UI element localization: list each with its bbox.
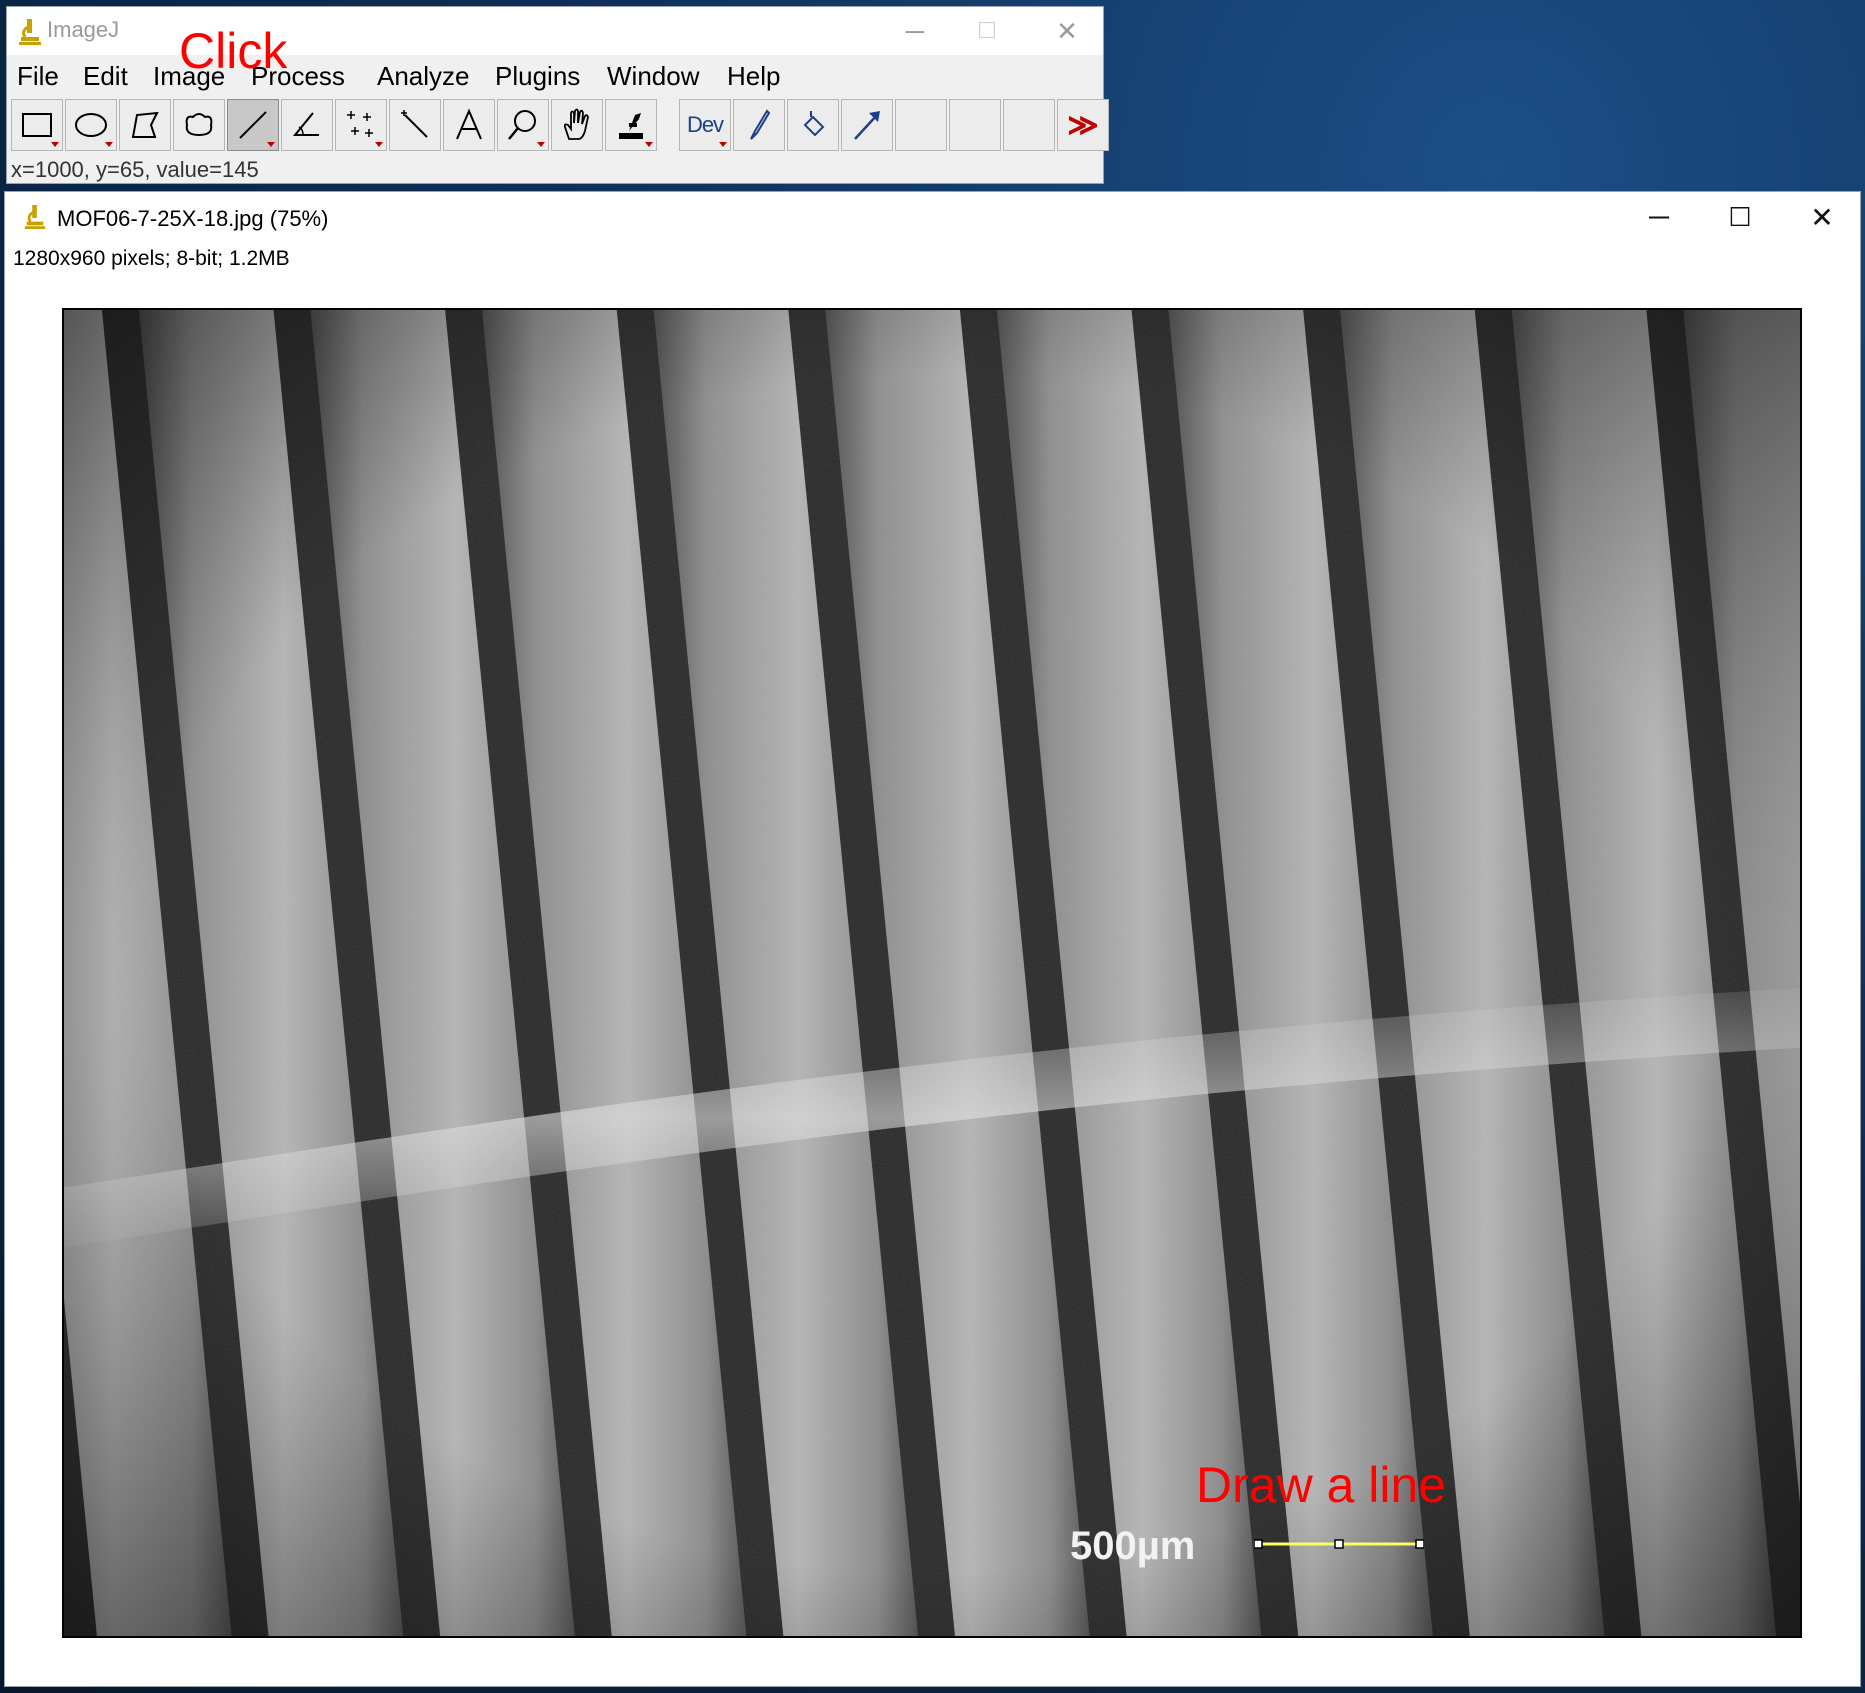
text-tool[interactable] — [443, 99, 495, 151]
close-icon: ✕ — [1810, 201, 1834, 233]
image-window: MOF06-7-25X-18.jpg (75%) ─ ☐ ✕ 1280x960 … — [4, 191, 1861, 1687]
maximize-icon: ☐ — [1728, 201, 1752, 232]
more-tools-icon: ≫ — [1067, 108, 1099, 142]
wand-tool[interactable] — [389, 99, 441, 151]
minimize-icon: ─ — [905, 15, 925, 46]
menu-bar: File Edit Image Process Analyze Plugins … — [7, 55, 1103, 95]
rectangle-tool-icon — [22, 113, 52, 137]
empty-slot-2[interactable] — [949, 99, 1001, 151]
close-button[interactable]: ✕ — [1782, 192, 1862, 242]
empty-slot-1[interactable] — [895, 99, 947, 151]
color-picker-tool[interactable] — [605, 99, 657, 151]
color-picker-tool-icon — [619, 113, 643, 139]
sem-micrograph — [64, 310, 1800, 1636]
arrow-tool-icon — [854, 111, 880, 140]
straight-line-tool[interactable] — [227, 99, 279, 151]
freehand-tool-icon — [185, 113, 213, 137]
image-info: 1280x960 pixels; 8-bit; 1.2MB — [13, 247, 290, 270]
rectangle-tool[interactable] — [11, 99, 63, 151]
flood-fill-tool-icon — [803, 111, 825, 137]
status-bar: x=1000, y=65, value=145 — [11, 157, 259, 182]
magnifier-tool[interactable] — [497, 99, 549, 151]
angle-tool-icon — [292, 112, 319, 136]
imagej-main-window: ImageJ ─ ☐ ✕ File Edit Image Process Ana… — [6, 6, 1109, 184]
menu-help[interactable]: Help — [727, 61, 780, 92]
brush-tool-icon — [750, 109, 771, 140]
maximize-button[interactable]: ☐ — [947, 7, 1027, 55]
multi-point-tool[interactable] — [335, 99, 387, 151]
polygon-tool[interactable] — [119, 99, 171, 151]
close-button[interactable]: ✕ — [1027, 7, 1107, 55]
image-canvas[interactable] — [62, 308, 1802, 1638]
empty-slot-3[interactable] — [1003, 99, 1055, 151]
menu-plugins[interactable]: Plugins — [495, 61, 580, 92]
image-titlebar: MOF06-7-25X-18.jpg (75%) ─ ☐ ✕ — [5, 192, 1860, 242]
brush-tool[interactable] — [733, 99, 785, 151]
line-selection[interactable] — [1254, 1538, 1424, 1550]
multi-point-tool-icon — [347, 111, 373, 137]
window-title: ImageJ — [47, 17, 120, 42]
microscope-icon — [24, 205, 46, 229]
oval-tool[interactable] — [65, 99, 117, 151]
arrow-tool[interactable] — [841, 99, 893, 151]
oval-tool-icon — [75, 113, 107, 137]
text-tool-icon — [456, 108, 482, 140]
annotation-draw-line: Draw a line — [1196, 1457, 1447, 1513]
menu-window[interactable]: Window — [607, 61, 699, 92]
scale-bar-label: 500µm — [1070, 1524, 1196, 1568]
dev-menu-button[interactable]: Dev — [679, 99, 731, 151]
dev-menu-icon: Dev — [686, 112, 724, 137]
more-tools-button[interactable]: ≫ — [1057, 99, 1109, 151]
angle-tool[interactable] — [281, 99, 333, 151]
menu-edit[interactable]: Edit — [83, 61, 128, 92]
freehand-tool[interactable] — [173, 99, 225, 151]
annotation-click: Click — [179, 23, 288, 79]
polygon-tool-icon — [131, 111, 159, 138]
menu-file[interactable]: File — [17, 61, 59, 92]
flood-fill-tool[interactable] — [787, 99, 839, 151]
close-icon: ✕ — [1056, 15, 1078, 46]
maximize-button[interactable]: ☐ — [1700, 192, 1780, 242]
imagej-titlebar: ImageJ ─ ☐ ✕ — [7, 7, 1103, 55]
hand-tool-icon — [563, 108, 589, 140]
hand-tool[interactable] — [551, 99, 603, 151]
toolbar: Dev ≫ — [11, 99, 1109, 153]
minimize-icon: ─ — [1649, 201, 1669, 232]
minimize-button[interactable]: ─ — [1619, 192, 1699, 242]
image-title: MOF06-7-25X-18.jpg (75%) — [57, 206, 329, 231]
magnifier-tool-icon — [508, 110, 536, 140]
microscope-icon — [19, 19, 41, 45]
straight-line-tool-icon — [239, 111, 267, 139]
minimize-button[interactable]: ─ — [875, 7, 955, 55]
maximize-icon: ☐ — [977, 18, 997, 43]
menu-analyze[interactable]: Analyze — [377, 61, 470, 92]
wand-tool-icon — [401, 110, 428, 138]
